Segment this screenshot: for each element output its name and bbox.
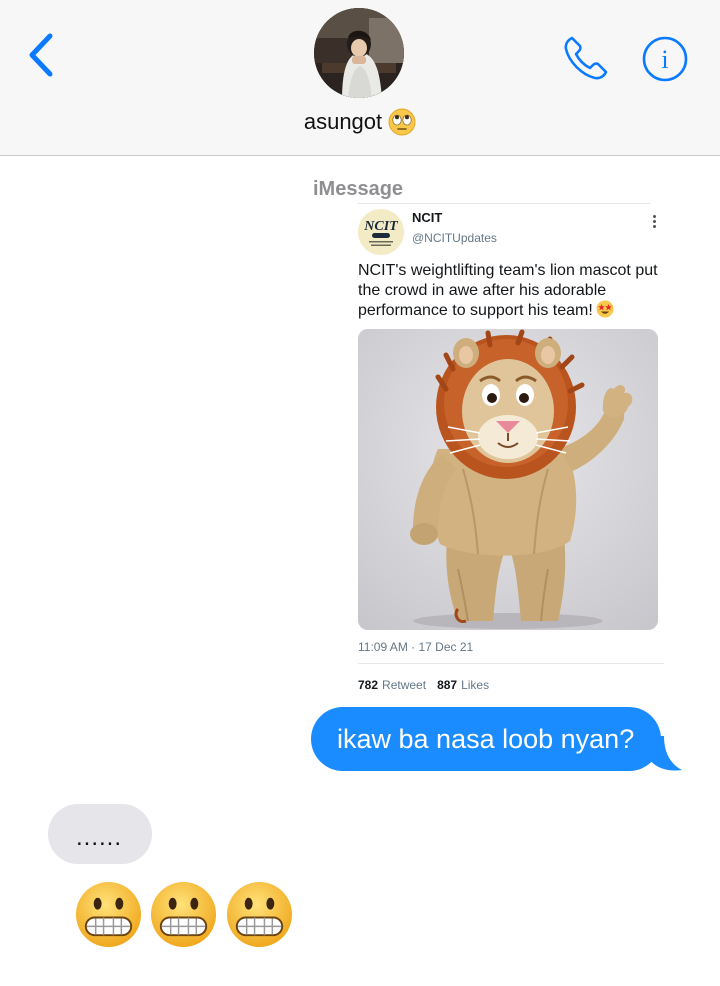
tweet-timestamp: 11:09 AM · 17 Dec 21 (358, 640, 474, 654)
tweet-handle: @NCITUpdates (412, 231, 497, 245)
grimacing-face-emoji-icon (151, 881, 217, 948)
ncit-logo: NCIT (358, 209, 404, 255)
contact-name-label: asungot (303, 109, 383, 135)
star-struck-emoji-icon (596, 300, 614, 318)
avatar-photo (314, 8, 404, 98)
incoming-message-bubble[interactable]: ...... (48, 804, 152, 864)
info-icon: i (642, 36, 688, 82)
bubble-tail (650, 736, 682, 771)
message-text: ...... (76, 824, 123, 851)
tweet-stats: 782 Retweet 887 Likes (358, 678, 489, 692)
divider (358, 663, 664, 664)
incoming-emoji-message[interactable] (74, 880, 296, 952)
logo-text: NCIT (363, 219, 399, 234)
grimacing-face-emoji-icon (226, 881, 292, 948)
likes-count: 887 (437, 678, 458, 692)
retweet-label: Retweet (382, 678, 427, 692)
divider (358, 203, 650, 204)
tweet-photo-lion-mascot[interactable] (358, 329, 658, 630)
retweet-count: 782 (358, 678, 379, 692)
info-button[interactable]: i (640, 34, 690, 84)
outgoing-message-bubble[interactable]: ikaw ba nasa loob nyan? (311, 707, 662, 771)
phone-icon (564, 36, 608, 80)
contact-name[interactable]: asungot (0, 108, 720, 136)
lion-mascot-image (358, 329, 658, 630)
chevron-left-icon (29, 33, 53, 77)
message-text: ikaw ba nasa loob nyan? (337, 724, 635, 754)
tweet-text: NCIT's weightlifting team's lion mascot … (358, 261, 658, 321)
more-options-icon[interactable] (648, 215, 660, 235)
likes-label: Likes (461, 678, 490, 692)
tweet-account-name: NCIT (412, 210, 443, 225)
conversation-header: asungot i (0, 0, 720, 156)
service-label: iMessage (313, 178, 404, 200)
contact-avatar[interactable] (314, 8, 404, 98)
svg-text:i: i (661, 45, 668, 74)
grimacing-face-emoji-icon (75, 881, 142, 948)
call-button[interactable] (560, 32, 612, 84)
rolling-eyes-emoji-icon (388, 108, 416, 136)
back-button[interactable] (22, 30, 62, 80)
